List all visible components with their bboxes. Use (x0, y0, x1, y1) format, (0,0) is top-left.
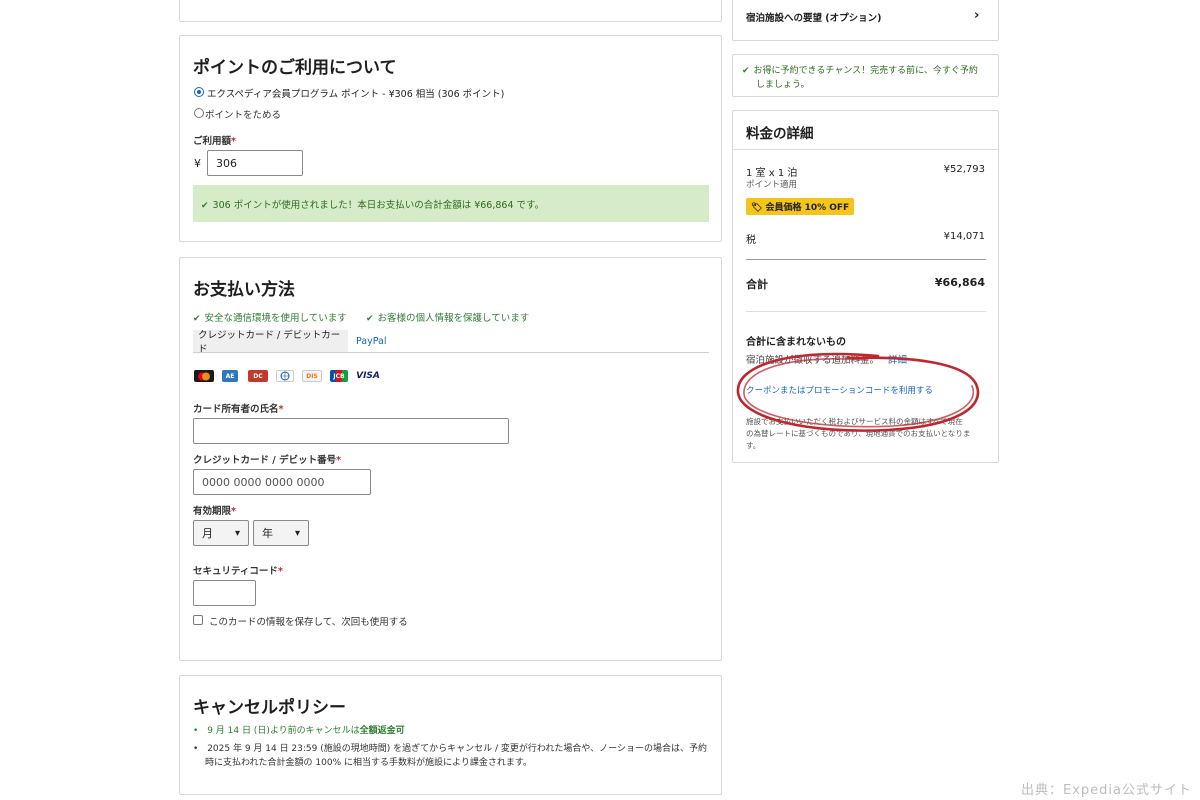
fine-print-3: す。 (746, 441, 761, 450)
mastercard-icon (194, 370, 214, 382)
tab-credit-card-label: クレジットカード / デビットカード (198, 330, 341, 355)
tab-credit-card[interactable]: クレジットカード / デビットカード (193, 330, 348, 355)
member-price-badge: 🏷 会員価格 10% OFF (746, 198, 855, 215)
tab-divider (193, 352, 709, 353)
points-use-radio[interactable] (194, 87, 204, 97)
points-amount-input[interactable]: 306 (207, 150, 303, 176)
jcb-icon: JCB (330, 370, 348, 382)
chevron-down-icon: ▾ (294, 527, 300, 539)
points-success-banner: 306 ポイントが使用されました！本日お支払いの合計金額は ¥66,864 です… (193, 185, 709, 222)
tab-paypal[interactable]: PayPal (356, 336, 387, 347)
total-price: ¥66,864 (934, 276, 985, 289)
cancel-policy-title: キャンセルポリシー (193, 698, 346, 718)
not-included-divider (746, 311, 986, 312)
free-cancel-item: 9 月 14 日 (日)より前のキャンセルは全額返金可 (193, 724, 404, 738)
visa-icon: VISA (356, 371, 380, 381)
cvv-label: セキュリティコード* (193, 566, 283, 577)
discover-icon: DIS (302, 370, 322, 382)
expiry-month-select[interactable]: 月 ▾ (193, 520, 249, 546)
points-amount-label: ご利用額* (193, 136, 236, 147)
tax-price: ¥14,071 (943, 231, 985, 242)
deal-line-1: お得に予約できるチャンス！完売する前に、今すぐ予約 (742, 63, 978, 76)
payment-card: お支払い方法 安全な通信環境を使用しています お客様の個人情報を保護しています … (179, 257, 722, 661)
fine-print-2: の為替レートに基づくものであり、現地通貨でのお支払いとなりま (746, 429, 971, 438)
cancel-fee-item-cont: 時に支払われた合計金額の 100% に相当する手数料が施設により課金されます。 (205, 758, 532, 768)
points-use-label[interactable]: エクスペディア会員プログラム ポイント - ¥306 相当 (306 ポイント) (207, 86, 504, 100)
amex-icon: AE (222, 370, 238, 382)
expiry-month-value: 月 (202, 527, 213, 540)
privacy-note: お客様の個人情報を保護しています (366, 310, 530, 324)
cancel-fee-item: 2025 年 9 月 14 日 23:59 (施設の現地時間) を過ぎてからキャ… (193, 742, 707, 756)
not-included-text: 宿泊施設が徴収する追加料金。 詳細 (746, 355, 908, 366)
price-details-title: 料金の詳細 (746, 126, 814, 142)
points-save-label[interactable]: ポイントをためる (205, 107, 281, 121)
payment-title: お支払い方法 (193, 280, 295, 300)
secure-note: 安全な通信環境を使用しています (193, 310, 347, 324)
total-label: 合計 (746, 278, 768, 291)
save-card-checkbox[interactable] (193, 615, 203, 625)
fine-print-1: 施設でお支払いいただく税およびサービス料の金額はすべて現在 (746, 417, 963, 426)
diners-icon: DC (248, 370, 268, 382)
expiry-label: 有効期限* (193, 506, 236, 517)
tag-icon: 🏷 (751, 203, 763, 213)
room-price: ¥52,793 (943, 164, 985, 175)
special-request-label: 宿泊施設への要望 (オプション) (746, 13, 882, 24)
deal-card: お得に予約できるチャンス！完売する前に、今すぐ予約 しましょう。 (732, 54, 999, 97)
points-applied-note: ポイント適用 (746, 180, 798, 190)
points-card: ポイントのご利用について エクスペディア会員プログラム ポイント - ¥306 … (179, 35, 722, 242)
discover-globe-icon (276, 370, 294, 382)
cardholder-label: カード所有者の氏名* (193, 404, 284, 415)
points-save-radio[interactable] (194, 108, 204, 118)
coupon-link[interactable]: クーポンまたはプロモーションコードを利用する (746, 384, 933, 396)
price-details-card: 料金の詳細 1 室 x 1 泊 ¥52,793 ポイント適用 🏷 会員価格 10%… (732, 110, 999, 463)
total-divider (746, 259, 986, 260)
cardholder-input[interactable] (193, 418, 509, 444)
chevron-down-icon: ▾ (234, 527, 240, 539)
room-label: 1 室 x 1 泊 (746, 168, 798, 179)
currency-symbol: ¥ (194, 157, 201, 170)
source-credit: 出典：Expedia公式サイト (1021, 783, 1192, 798)
details-link[interactable]: 詳細 (888, 355, 907, 366)
cancel-policy-card: キャンセルポリシー 9 月 14 日 (日)より前のキャンセルは全額返金可 20… (179, 675, 722, 795)
title-divider (733, 149, 998, 150)
special-request-card[interactable]: 宿泊施設への要望 (オプション) › (732, 0, 999, 41)
previous-section-card (179, 0, 722, 22)
expiry-year-value: 年 (262, 527, 273, 540)
points-success-message: 306 ポイントが使用されました！本日お支払いの合計金額は ¥66,864 です… (201, 197, 545, 211)
cvv-input[interactable] (193, 580, 256, 606)
chevron-right-icon: › (974, 8, 980, 23)
not-included-title: 合計に含まれないもの (746, 337, 846, 348)
card-number-label: クレジットカード / デビット番号* (193, 455, 342, 466)
expiry-year-select[interactable]: 年 ▾ (253, 520, 309, 546)
deal-line-2: しましょう。 (756, 80, 810, 90)
save-card-label[interactable]: このカードの情報を保存して、次回も使用する (209, 614, 408, 628)
points-title: ポイントのご利用について (193, 58, 397, 78)
tax-label: 税 (746, 235, 756, 246)
card-number-input[interactable]: 0000 0000 0000 0000 (193, 469, 371, 495)
